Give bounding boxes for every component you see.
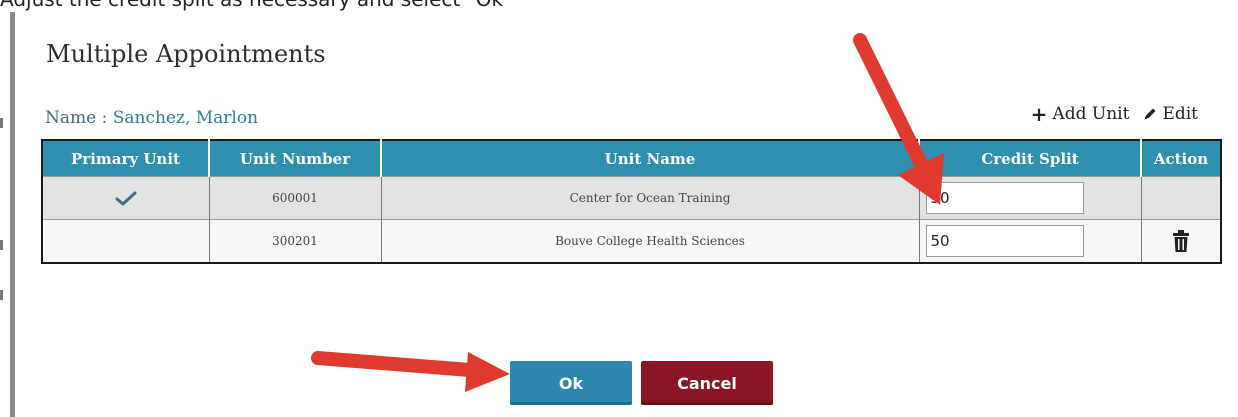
annotation-arrow: [311, 351, 510, 392]
edit-button[interactable]: Edit: [1143, 104, 1198, 124]
left-marker: [0, 240, 3, 250]
credit-split-cell: [919, 219, 1142, 263]
check-icon: [115, 191, 137, 206]
trash-icon[interactable]: [1172, 230, 1189, 252]
credit-split-input[interactable]: [925, 225, 1084, 257]
action-cell: [1141, 176, 1221, 220]
header-unit-number[interactable]: Unit Number: [209, 140, 382, 177]
primary-unit-cell: [42, 176, 210, 220]
unit-name-cell: Center for Ocean Training: [381, 176, 920, 220]
credit-split-cell: [919, 176, 1142, 220]
left-marker: [0, 290, 3, 300]
dialog-toolbar: + Add Unit Edit: [1031, 104, 1198, 124]
cancel-button[interactable]: Cancel: [641, 361, 773, 405]
left-border: [10, 12, 15, 417]
left-marker: [0, 118, 3, 128]
dialog-title: Multiple Appointments: [46, 40, 326, 68]
unit-number-cell: 300201: [209, 219, 382, 263]
employee-name: Name : Sanchez, Marlon: [45, 108, 258, 128]
unit-number-cell: 600001: [209, 176, 382, 220]
header-credit-split[interactable]: Credit Split: [919, 140, 1142, 177]
table-row[interactable]: 300201 Bouve College Health Sciences: [42, 219, 1221, 263]
appointments-table: Primary Unit Unit Number Unit Name Credi…: [41, 139, 1222, 264]
add-unit-button[interactable]: + Add Unit: [1031, 104, 1130, 124]
header-primary-unit[interactable]: Primary Unit: [42, 140, 210, 177]
primary-unit-cell: [42, 219, 210, 263]
name-value: Sanchez, Marlon: [112, 108, 259, 128]
plus-icon: +: [1030, 102, 1048, 126]
unit-name-cell: Bouve College Health Sciences: [381, 219, 920, 263]
instruction-text: Adjust the credit split as necessary and…: [0, 0, 512, 10]
credit-split-input[interactable]: [925, 182, 1084, 214]
header-action: Action: [1141, 140, 1221, 177]
table-row[interactable]: 600001 Center for Ocean Training: [42, 176, 1221, 220]
action-cell: [1141, 219, 1221, 263]
add-unit-label: Add Unit: [1052, 104, 1130, 124]
ok-button[interactable]: Ok: [510, 361, 632, 405]
header-unit-name[interactable]: Unit Name: [381, 140, 920, 177]
name-label: Name :: [45, 108, 108, 128]
pencil-icon: [1144, 108, 1156, 120]
table-header-row: Primary Unit Unit Number Unit Name Credi…: [42, 140, 1221, 177]
edit-label: Edit: [1162, 104, 1198, 124]
